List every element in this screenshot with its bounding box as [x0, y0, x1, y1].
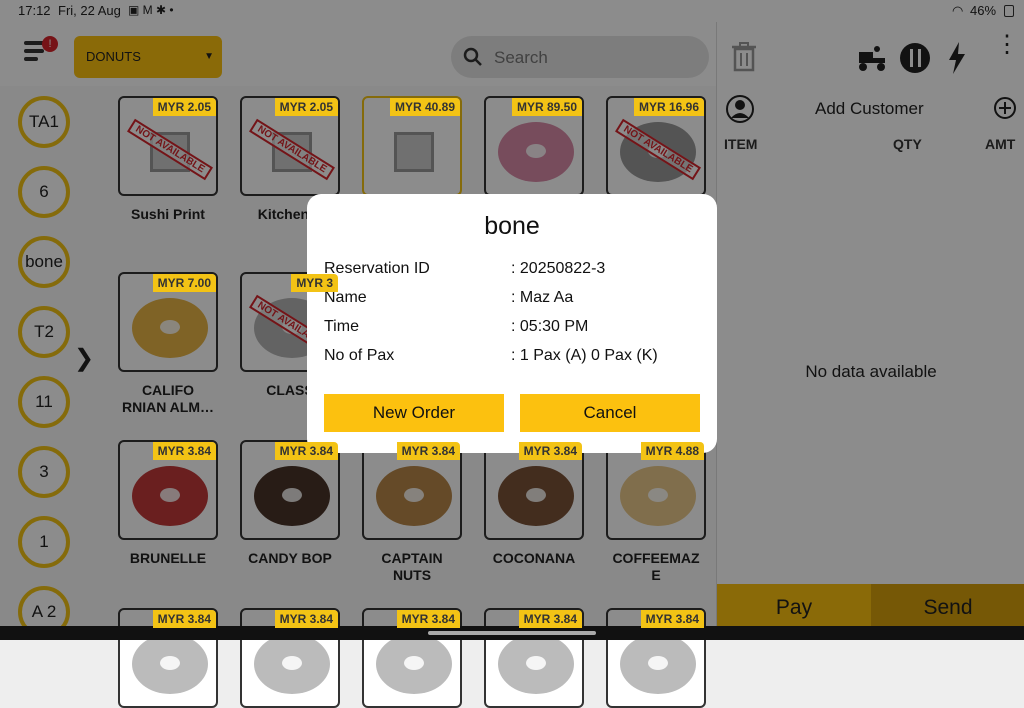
pax-label: No of Pax: [324, 347, 395, 364]
price-tag: MYR 89.50: [511, 98, 582, 116]
price-tag: MYR 3.84: [152, 442, 216, 460]
donut-icon: [254, 634, 330, 694]
price-tag: MYR 3.84: [518, 610, 582, 628]
donut-icon: [376, 634, 452, 694]
price-tag: MYR 3.84: [396, 610, 460, 628]
price-tag: MYR 3.84: [152, 610, 216, 628]
time-label: Time: [324, 318, 359, 335]
price-tag: MYR 3.84: [274, 442, 338, 460]
price-tag: MYR 40.89: [389, 98, 460, 116]
price-tag: MYR 7.00: [152, 274, 216, 292]
reservation-id-label: Reservation ID: [324, 260, 430, 277]
home-indicator[interactable]: [428, 631, 596, 635]
price-tag: MYR 16.96: [633, 98, 704, 116]
price-tag: MYR 3.84: [396, 442, 460, 460]
price-tag: MYR 2.05: [152, 98, 216, 116]
cancel-button[interactable]: Cancel: [520, 394, 700, 432]
time-value: : 05:30 PM: [511, 318, 589, 335]
donut-icon: [132, 634, 208, 694]
name-value: : Maz Aa: [511, 289, 574, 306]
price-tag: MYR 3.84: [640, 610, 704, 628]
donut-icon: [620, 634, 696, 694]
reservation-id-value: : 20250822-3: [511, 260, 606, 277]
new-order-button[interactable]: New Order: [324, 394, 504, 432]
reservation-dialog: bone Reservation ID : 20250822-3 Name : …: [307, 194, 717, 453]
price-tag: MYR 2.05: [274, 98, 338, 116]
home-indicator-bar: [0, 626, 1024, 640]
price-tag: MYR 3.84: [518, 442, 582, 460]
dialog-title: bone: [484, 212, 540, 240]
price-tag: MYR 3.84: [274, 610, 338, 628]
donut-icon: [498, 634, 574, 694]
pax-value: : 1 Pax (A) 0 Pax (K): [511, 347, 658, 364]
price-tag: MYR 3: [291, 274, 338, 292]
price-tag: MYR 4.88: [640, 442, 704, 460]
